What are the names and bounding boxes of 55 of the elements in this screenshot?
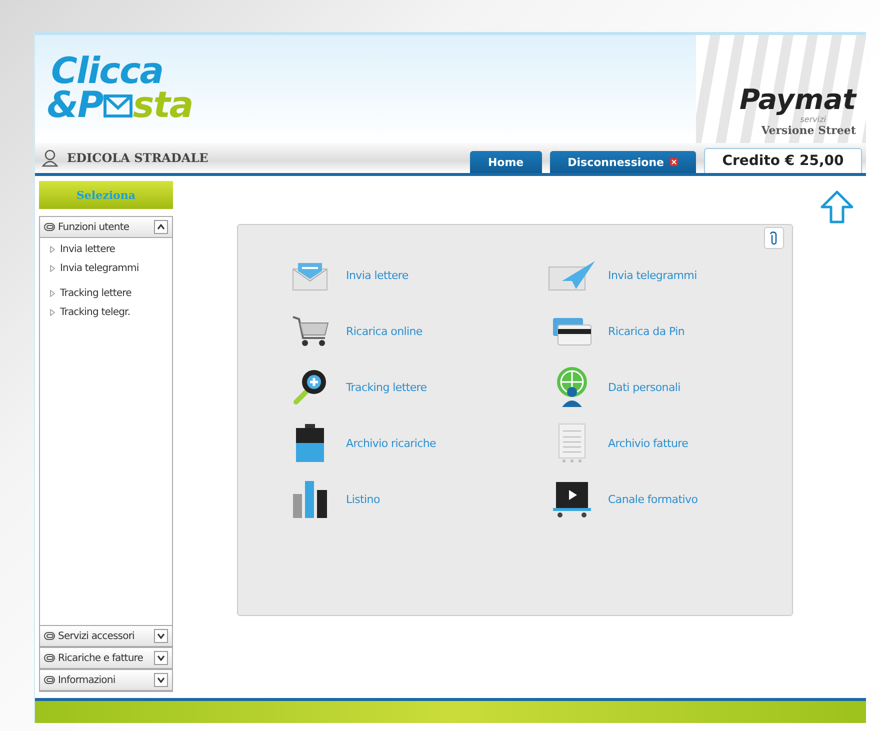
edition-label: Versione Street: [761, 124, 856, 137]
clip-icon: [44, 632, 55, 640]
function-link[interactable]: Ricarica da Pin: [548, 303, 792, 359]
globe-user-icon: [555, 366, 589, 408]
video-screen-icon: [552, 480, 592, 518]
chevron-down-icon: [157, 677, 165, 683]
brand-tagline: servizi: [800, 115, 826, 124]
section-header[interactable]: Servizi accessori: [40, 625, 172, 647]
logout-tab[interactable]: Disconnessione: [550, 151, 696, 173]
envelope-icon: [102, 94, 133, 118]
select-button[interactable]: Seleziona: [39, 181, 173, 209]
brand-logo: Paymat: [740, 85, 856, 115]
user-icon: [41, 149, 59, 167]
logo-text: sta: [132, 89, 193, 123]
up-arrow-icon[interactable]: [820, 190, 854, 224]
user-name: EDICOLA STRADALE: [67, 151, 208, 165]
function-link[interactable]: Invia telegrammi: [548, 247, 792, 303]
function-link[interactable]: Canale formativo: [548, 471, 792, 527]
clip-icon: [44, 654, 55, 662]
triangle-icon: [50, 265, 55, 272]
receipt-icon: [558, 423, 586, 463]
cart-icon: [291, 314, 329, 348]
paperclip-icon: [770, 231, 778, 245]
section-header[interactable]: Ricariche e fatture: [40, 647, 172, 669]
chevron-down-icon: [157, 633, 165, 639]
bar-chart-icon: [292, 480, 328, 518]
section-header[interactable]: Funzioni utente: [40, 217, 172, 238]
credit-balance: Credito € 25,00: [704, 148, 862, 173]
function-link[interactable]: Archivio ricariche: [286, 415, 548, 471]
function-link[interactable]: Dati personali: [548, 359, 792, 415]
function-link[interactable]: Archivio fatture: [548, 415, 792, 471]
chevron-down-icon: [157, 655, 165, 661]
chevron-up-icon: [157, 224, 165, 230]
triangle-icon: [50, 309, 55, 316]
credit-card-icon: [552, 316, 592, 346]
function-link[interactable]: Invia lettere: [286, 247, 548, 303]
section-header[interactable]: Informazioni: [40, 669, 172, 691]
function-link[interactable]: Tracking lettere: [286, 359, 548, 415]
battery-icon: [295, 423, 325, 463]
menu-item[interactable]: Tracking telegr.: [50, 303, 172, 322]
function-link[interactable]: Listino: [286, 471, 548, 527]
clip-icon: [44, 223, 55, 231]
clip-icon: [44, 676, 55, 684]
triangle-icon: [50, 290, 55, 297]
menu-item[interactable]: Invia lettere: [50, 240, 172, 259]
paper-plane-icon: [548, 259, 596, 291]
menu-item[interactable]: Tracking lettere: [50, 284, 172, 303]
home-tab[interactable]: Home: [470, 151, 542, 173]
triangle-icon: [50, 246, 55, 253]
logo-text: &P: [47, 89, 103, 123]
logo-text: Clicca: [51, 55, 164, 89]
menu-item[interactable]: Invia telegrammi: [50, 259, 172, 278]
close-icon: [670, 158, 678, 166]
function-link[interactable]: Ricarica online: [286, 303, 548, 359]
magnifier-icon: [292, 368, 328, 406]
